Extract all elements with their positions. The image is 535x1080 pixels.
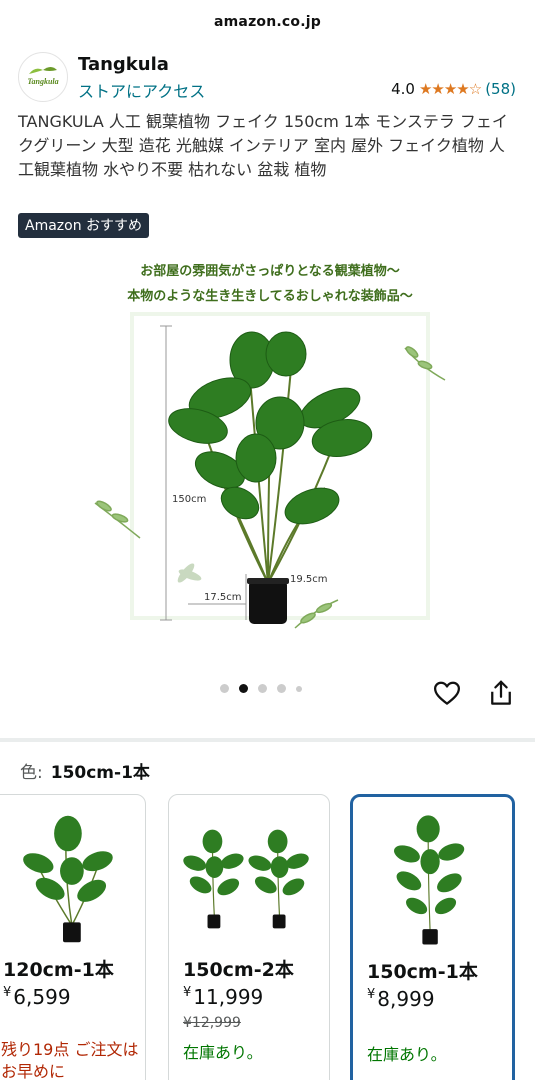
svg-text:Tangkula: Tangkula [27,77,58,86]
carousel-dot[interactable] [258,684,267,693]
carousel-dot[interactable] [220,684,229,693]
heart-icon [434,681,460,705]
variant-name: 150cm-2本 [183,959,294,981]
variation-selector-label: 色: 150cm-1本 [20,758,150,783]
share-button[interactable] [486,678,516,708]
rating-stars-icon: ★★★★☆ [418,80,482,98]
variant-plant-image [183,829,309,929]
variant-price: ¥11,999 [183,985,264,1009]
variant-price: ¥6,599 [3,985,71,1009]
store-logo[interactable]: Tangkula [18,52,68,102]
pot-top-label: 19.5cm [290,574,328,585]
variant-low-stock: 残り19点 ご注文はお早めに [1,1040,139,1080]
carousel-dot-active[interactable] [239,684,248,693]
rating-score: 4.0 [391,80,415,98]
variant-plant-image [394,815,465,945]
amazon-choice-badge: Amazon おすすめ [18,213,150,238]
carousel-dot[interactable] [277,684,286,693]
url-bar[interactable]: amazon.co.jp [0,0,535,44]
variant-name: 150cm-1本 [367,961,478,983]
product-image[interactable]: お部屋の雰囲気がさっぱりとなる観葉植物～ 本物のような生き生きしてるおしゃれな装… [80,248,460,638]
product-title: TANGKULA 人工 観葉植物 フェイク 150cm 1本 モンステラ フェイ… [18,112,508,179]
variant-old-price: ¥12,999 [183,1015,241,1031]
height-label: 150cm [172,494,207,505]
carousel-indicator[interactable] [220,684,302,693]
monstera-plant-illustration [94,325,446,629]
variant-name: 120cm-1本 [3,959,114,981]
review-count-link[interactable]: (58) [485,80,516,98]
variant-card-150cm-1[interactable]: 150cm-1本 ¥8,999 在庫あり。 [350,794,515,1080]
store-name[interactable]: Tangkula [78,54,169,75]
url-text: amazon.co.jp [214,14,321,30]
variant-card-120cm-1[interactable]: 120cm-1本 ¥6,599 残り19点 ご注文はお早めに [0,794,146,1080]
pot-bottom-label: 17.5cm [204,592,242,603]
section-divider [0,738,535,742]
store-header: Tangkula Tangkula ストアにアクセス 4.0 ★★★★☆ (58… [18,50,518,106]
variant-plant-image [23,815,113,943]
visit-store-link[interactable]: ストアにアクセス [78,78,205,102]
share-icon [491,680,511,705]
variant-price: ¥8,999 [367,987,435,1011]
variant-card-150cm-2[interactable]: 150cm-2本 ¥11,999 ¥12,999 在庫あり。 [168,794,330,1080]
store-rating[interactable]: 4.0 ★★★★☆ (58) [391,80,516,98]
variant-stock-status: 在庫あり。 [367,1045,447,1064]
carousel-dot[interactable] [296,685,302,692]
variation-selected-value: 150cm-1本 [50,763,150,783]
variant-stock-status: 在庫あり。 [183,1043,263,1062]
favorite-button[interactable] [432,678,462,708]
variation-label: 色: [20,763,43,783]
leaf-logo-icon: Tangkula [27,67,59,86]
